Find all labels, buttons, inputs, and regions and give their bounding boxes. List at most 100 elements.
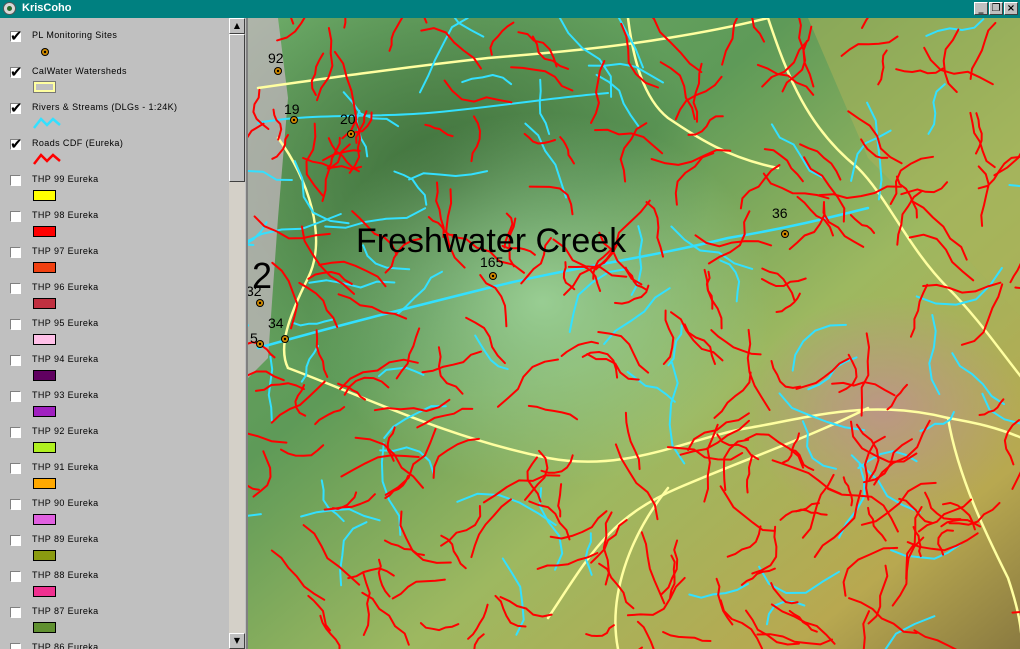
site-label: 34 [268, 315, 284, 331]
legend-layer[interactable]: THP 88 Eureka [0, 565, 229, 601]
window-title-bar[interactable]: KrisCoho _ ❐ × [0, 0, 1020, 18]
layer-symbol-swatch [33, 442, 56, 453]
site-label: 19 [284, 101, 300, 117]
legend-layer[interactable]: CalWater Watersheds [0, 61, 229, 97]
layer-name: THP 94 Eureka [32, 354, 99, 364]
legend-layer[interactable]: THP 93 Eureka [0, 385, 229, 421]
layer-name: Rivers & Streams (DLGs - 1:24K) [32, 102, 178, 112]
window-title: KrisCoho [22, 2, 72, 14]
layer-visibility-checkbox[interactable] [10, 99, 23, 117]
scroll-down-button[interactable]: ▼ [229, 633, 245, 649]
layer-visibility-checkbox[interactable] [10, 391, 21, 402]
layer-name: THP 86 Eureka [32, 642, 99, 649]
layer-name: THP 88 Eureka [32, 570, 99, 580]
site-point-center [258, 301, 262, 305]
layer-name: Roads CDF (Eureka) [32, 138, 124, 148]
layer-visibility-checkbox[interactable] [10, 175, 21, 186]
legend-layer[interactable]: PL Monitoring Sites [0, 25, 229, 61]
legend-layer[interactable]: THP 94 Eureka [0, 349, 229, 385]
legend-layer[interactable]: THP 91 Eureka [0, 457, 229, 493]
layer-visibility-checkbox[interactable] [10, 571, 21, 582]
legend-layer[interactable]: THP 86 Eureka [0, 637, 229, 649]
layer-symbol-swatch [33, 226, 56, 237]
layer-visibility-checkbox[interactable] [10, 319, 21, 330]
point-symbol-icon [41, 48, 49, 56]
site-point-center [783, 232, 787, 236]
globe-icon[interactable] [3, 2, 16, 15]
layer-name: THP 92 Eureka [32, 426, 99, 436]
layer-name: THP 93 Eureka [32, 390, 99, 400]
site-point-center [491, 274, 495, 278]
close-button[interactable]: × [1004, 2, 1018, 15]
site-point-center [276, 69, 280, 73]
layer-name: THP 99 Eureka [32, 174, 99, 184]
table-of-contents: PL Monitoring Sites CalWater Watersheds Ri… [0, 18, 246, 649]
legend-layer[interactable]: Roads CDF (Eureka) [0, 133, 229, 169]
legend-layer[interactable]: THP 90 Eureka [0, 493, 229, 529]
layer-visibility-checkbox[interactable] [10, 135, 23, 153]
legend-layer[interactable]: THP 98 Eureka [0, 205, 229, 241]
site-point-center [292, 118, 296, 122]
layer-visibility-checkbox[interactable] [10, 355, 21, 366]
layer-symbol-swatch [33, 334, 56, 345]
site-point-center [349, 132, 353, 136]
layer-visibility-checkbox[interactable] [10, 607, 21, 618]
layer-name: THP 91 Eureka [32, 462, 99, 472]
layer-symbol-swatch [33, 190, 56, 201]
line-symbol-icon [33, 117, 61, 129]
layer-list: PL Monitoring Sites CalWater Watersheds Ri… [0, 18, 230, 649]
layer-name: THP 97 Eureka [32, 246, 99, 256]
site-label: 5 [250, 330, 258, 346]
zone-label: 2 [252, 255, 272, 296]
layer-visibility-checkbox[interactable] [10, 63, 23, 81]
minimize-button[interactable]: _ [974, 2, 988, 15]
layer-visibility-checkbox[interactable] [10, 535, 21, 546]
legend-layer[interactable]: THP 95 Eureka [0, 313, 229, 349]
legend-layer[interactable]: THP 99 Eureka [0, 169, 229, 205]
scroll-thumb[interactable] [229, 34, 245, 182]
site-point-center [258, 342, 262, 346]
map-view[interactable]: 9219203616532345 Freshwater Creek 2 [246, 18, 1020, 649]
layer-visibility-checkbox[interactable] [10, 27, 23, 45]
layer-name: THP 96 Eureka [32, 282, 99, 292]
layer-name: THP 89 Eureka [32, 534, 99, 544]
layer-name: THP 98 Eureka [32, 210, 99, 220]
layer-symbol-swatch [33, 262, 56, 273]
layer-visibility-checkbox[interactable] [10, 643, 21, 649]
layer-symbol-swatch [33, 514, 56, 525]
layer-name: THP 95 Eureka [32, 318, 99, 328]
layer-visibility-checkbox[interactable] [10, 463, 21, 474]
layer-name: PL Monitoring Sites [32, 30, 118, 40]
layer-name: CalWater Watersheds [32, 66, 127, 76]
legend-layer[interactable]: THP 89 Eureka [0, 529, 229, 565]
layer-visibility-checkbox[interactable] [10, 247, 21, 258]
layer-symbol-swatch [33, 550, 56, 561]
layer-symbol-swatch [33, 622, 56, 633]
legend-layer[interactable]: THP 96 Eureka [0, 277, 229, 313]
site-point-center [283, 337, 287, 341]
line-symbol-icon [33, 153, 61, 165]
layer-symbol-swatch [33, 586, 56, 597]
layer-visibility-checkbox[interactable] [10, 283, 21, 294]
site-label: 36 [772, 205, 788, 221]
map-canvas[interactable]: 9219203616532345 Freshwater Creek 2 [248, 18, 1020, 649]
layer-name: THP 90 Eureka [32, 498, 99, 508]
legend-layer[interactable]: THP 92 Eureka [0, 421, 229, 457]
layer-visibility-checkbox[interactable] [10, 211, 21, 222]
layer-symbol-swatch [33, 298, 56, 309]
legend-layer[interactable]: THP 97 Eureka [0, 241, 229, 277]
scroll-up-button[interactable]: ▲ [229, 18, 245, 34]
watershed-label: Freshwater Creek [356, 222, 627, 260]
site-label: 20 [340, 111, 356, 127]
legend-layer[interactable]: THP 87 Eureka [0, 601, 229, 637]
site-label: 92 [268, 50, 284, 66]
layer-symbol-swatch [33, 81, 56, 93]
layer-symbol-swatch [33, 478, 56, 489]
restore-button[interactable]: ❐ [989, 2, 1003, 15]
legend-scrollbar[interactable]: ▲ ▼ [229, 18, 245, 649]
layer-symbol-swatch [33, 370, 56, 381]
legend-layer[interactable]: Rivers & Streams (DLGs - 1:24K) [0, 97, 229, 133]
layer-visibility-checkbox[interactable] [10, 427, 21, 438]
layer-visibility-checkbox[interactable] [10, 499, 21, 510]
layer-symbol-swatch [33, 406, 56, 417]
